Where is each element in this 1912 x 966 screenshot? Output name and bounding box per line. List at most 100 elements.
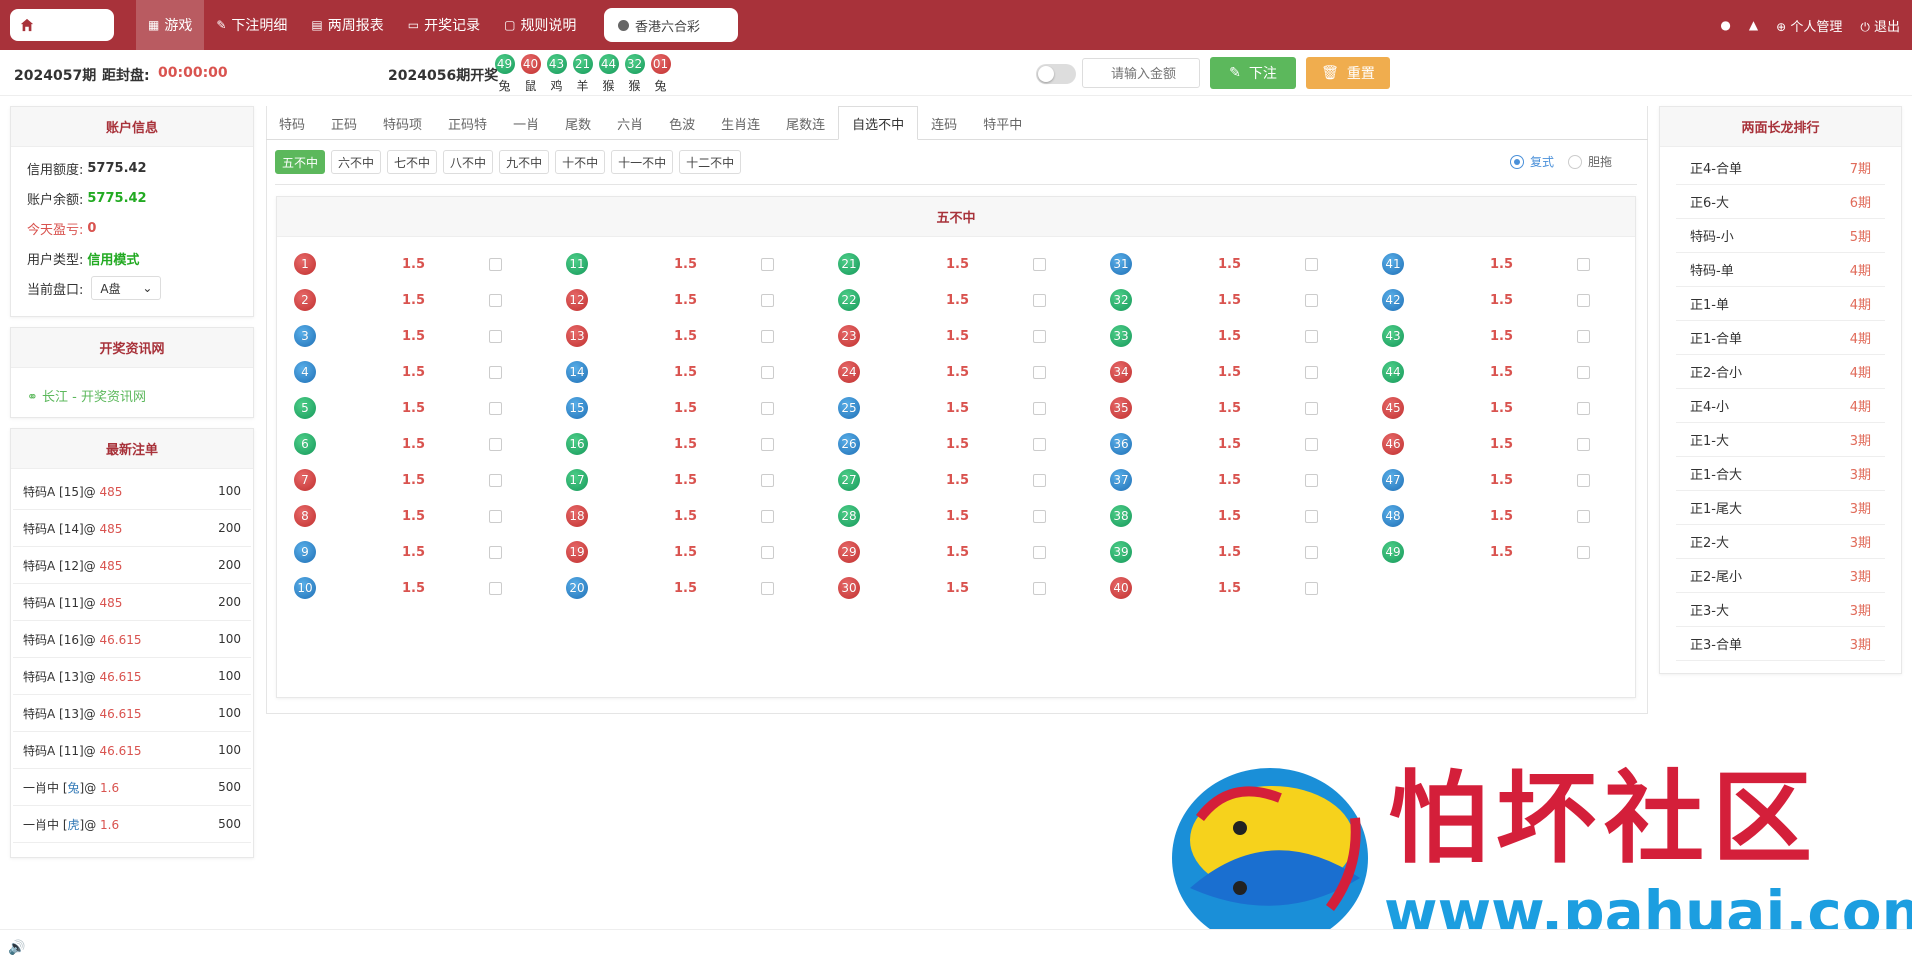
sub-tab[interactable]: 五不中 [275, 150, 326, 174]
number-cell[interactable]: 1 1.5 [277, 249, 549, 279]
play-tab[interactable]: 正码 [318, 106, 370, 140]
number-checkbox[interactable] [1305, 294, 1318, 307]
number-cell[interactable]: 8 1.5 [277, 501, 549, 531]
number-cell[interactable]: 2 1.5 [277, 285, 549, 315]
number-cell[interactable]: 24 1.5 [821, 357, 1093, 387]
number-checkbox[interactable] [1577, 474, 1590, 487]
nav-item-report[interactable]: ▤ 两周报表 [299, 0, 395, 50]
number-cell[interactable]: 9 1.5 [277, 537, 549, 567]
number-checkbox[interactable] [1577, 438, 1590, 451]
play-tab[interactable]: 正码特 [435, 106, 500, 140]
number-cell[interactable]: 22 1.5 [821, 285, 1093, 315]
number-checkbox[interactable] [1577, 546, 1590, 559]
number-checkbox[interactable] [1577, 330, 1590, 343]
radio-banker[interactable]: 胆拖 [1568, 153, 1612, 170]
number-cell[interactable]: 45 1.5 [1365, 393, 1637, 423]
number-checkbox[interactable] [489, 294, 502, 307]
play-tab[interactable]: 色波 [656, 106, 708, 140]
number-cell[interactable]: 35 1.5 [1093, 393, 1365, 423]
sub-tab[interactable]: 十一不中 [611, 150, 674, 174]
number-checkbox[interactable] [1305, 546, 1318, 559]
sub-tab[interactable]: 八不中 [443, 150, 494, 174]
number-checkbox[interactable] [489, 330, 502, 343]
number-cell[interactable]: 36 1.5 [1093, 429, 1365, 459]
speaker-icon[interactable]: 🔊 [8, 940, 25, 956]
number-cell[interactable]: 16 1.5 [549, 429, 821, 459]
number-cell[interactable]: 10 1.5 [277, 573, 549, 603]
bet-button[interactable]: ✎ 下注 [1210, 57, 1296, 89]
number-checkbox[interactable] [1033, 510, 1046, 523]
play-tab[interactable]: 连码 [918, 106, 970, 140]
number-checkbox[interactable] [1305, 474, 1318, 487]
number-cell[interactable]: 21 1.5 [821, 249, 1093, 279]
number-cell[interactable]: 18 1.5 [549, 501, 821, 531]
number-cell[interactable]: 13 1.5 [549, 321, 821, 351]
number-cell[interactable]: 14 1.5 [549, 357, 821, 387]
number-cell[interactable]: 32 1.5 [1093, 285, 1365, 315]
number-checkbox[interactable] [1305, 330, 1318, 343]
play-tab[interactable]: 一肖 [500, 106, 552, 140]
user-icon[interactable]: ● [1720, 18, 1730, 32]
nav-item-rules[interactable]: ▢ 规则说明 [492, 0, 588, 50]
play-tab[interactable]: 生肖连 [708, 106, 773, 140]
number-cell[interactable]: 23 1.5 [821, 321, 1093, 351]
number-cell[interactable]: 27 1.5 [821, 465, 1093, 495]
number-cell[interactable]: 38 1.5 [1093, 501, 1365, 531]
amount-input[interactable] [1082, 58, 1200, 88]
number-checkbox[interactable] [489, 366, 502, 379]
number-cell[interactable]: 26 1.5 [821, 429, 1093, 459]
number-checkbox[interactable] [1577, 258, 1590, 271]
sub-tab[interactable]: 十二不中 [679, 150, 742, 174]
number-checkbox[interactable] [1305, 510, 1318, 523]
sub-tab[interactable]: 九不中 [499, 150, 550, 174]
number-cell[interactable]: 41 1.5 [1365, 249, 1637, 279]
number-cell[interactable]: 46 1.5 [1365, 429, 1637, 459]
number-checkbox[interactable] [1033, 330, 1046, 343]
number-cell[interactable]: 20 1.5 [549, 573, 821, 603]
play-tab[interactable]: 尾数连 [773, 106, 838, 140]
play-tab[interactable]: 尾数 [552, 106, 604, 140]
number-cell[interactable]: 12 1.5 [549, 285, 821, 315]
logout-link[interactable]: ⏻ 退出 [1860, 16, 1900, 35]
nav-item-results[interactable]: ▭ 开奖记录 [396, 0, 492, 50]
number-checkbox[interactable] [1305, 258, 1318, 271]
number-cell[interactable]: 34 1.5 [1093, 357, 1365, 387]
number-checkbox[interactable] [761, 258, 774, 271]
number-cell[interactable]: 5 1.5 [277, 393, 549, 423]
number-checkbox[interactable] [489, 402, 502, 415]
number-checkbox[interactable] [1033, 438, 1046, 451]
number-cell[interactable]: 11 1.5 [549, 249, 821, 279]
number-cell[interactable]: 33 1.5 [1093, 321, 1365, 351]
number-cell[interactable]: 43 1.5 [1365, 321, 1637, 351]
number-cell[interactable]: 25 1.5 [821, 393, 1093, 423]
number-checkbox[interactable] [489, 582, 502, 595]
number-checkbox[interactable] [1577, 402, 1590, 415]
info-link[interactable]: ⚭ 长江 - 开奖资讯网 [11, 368, 253, 423]
number-checkbox[interactable] [1033, 402, 1046, 415]
number-checkbox[interactable] [761, 510, 774, 523]
number-checkbox[interactable] [489, 438, 502, 451]
number-cell[interactable]: 6 1.5 [277, 429, 549, 459]
home-button[interactable] [10, 9, 114, 41]
lottery-selector[interactable]: 香港六合彩 [604, 8, 738, 42]
number-checkbox[interactable] [1033, 474, 1046, 487]
number-checkbox[interactable] [1033, 258, 1046, 271]
market-select[interactable]: A盘 ⌄ [91, 276, 162, 300]
sub-tab[interactable]: 十不中 [555, 150, 606, 174]
number-checkbox[interactable] [1577, 366, 1590, 379]
number-checkbox[interactable] [1305, 582, 1318, 595]
number-checkbox[interactable] [1305, 438, 1318, 451]
number-checkbox[interactable] [1033, 582, 1046, 595]
number-checkbox[interactable] [489, 258, 502, 271]
number-checkbox[interactable] [1305, 366, 1318, 379]
number-checkbox[interactable] [761, 402, 774, 415]
play-tab[interactable]: 特码 [266, 106, 318, 140]
number-cell[interactable]: 17 1.5 [549, 465, 821, 495]
number-cell[interactable]: 39 1.5 [1093, 537, 1365, 567]
number-cell[interactable]: 31 1.5 [1093, 249, 1365, 279]
number-checkbox[interactable] [761, 546, 774, 559]
play-tab[interactable]: 特平中 [970, 106, 1035, 140]
bell-icon[interactable]: ▲ [1749, 18, 1758, 32]
number-checkbox[interactable] [761, 438, 774, 451]
number-checkbox[interactable] [489, 510, 502, 523]
